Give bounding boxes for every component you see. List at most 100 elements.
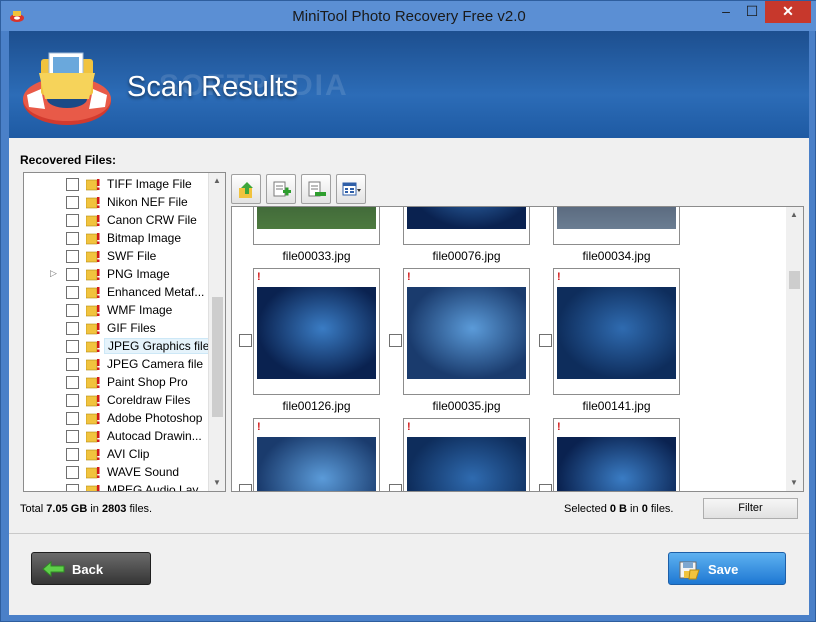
view-mode-button[interactable] [336,174,366,204]
tree-item-checkbox[interactable] [66,376,79,389]
thumbnail-frame[interactable]: ! [403,268,530,395]
tree-item-checkbox[interactable] [66,484,79,491]
thumbnail-filename: file00035.jpg [432,399,501,413]
tree-item-checkbox[interactable] [66,268,79,281]
tree-item-checkbox[interactable] [66,214,79,227]
folder-warning-icon [86,449,100,461]
warning-flag-icon: ! [557,271,561,283]
tree-item-checkbox[interactable] [66,196,79,209]
tree-item[interactable]: JPEG Camera file [24,355,210,373]
folder-warning-icon [86,359,100,371]
tree-item-checkbox[interactable] [66,448,79,461]
save-button[interactable]: Save [668,552,786,585]
recover-up-icon [239,182,253,198]
back-button[interactable]: Back [31,552,151,585]
tree-item-checkbox[interactable] [66,430,79,443]
thumbnail-frame[interactable]: ! [253,268,380,395]
thumbnail-image [407,207,526,229]
warning-flag-icon: ! [407,271,411,283]
scroll-up-arrow-icon[interactable]: ▲ [786,207,802,223]
tree-item[interactable]: MPEG Audio Lay... [24,481,210,491]
thumbnail-frame[interactable] [553,207,680,245]
thumbnail-image [257,287,376,379]
tree-item[interactable]: Canon CRW File [24,211,210,229]
tree-item[interactable]: AVI Clip [24,445,210,463]
tree-item-checkbox[interactable] [66,466,79,479]
scroll-up-arrow-icon[interactable]: ▲ [209,173,225,189]
tree-item[interactable]: Nikon NEF File [24,193,210,211]
close-button[interactable]: ✕ [765,1,811,23]
file-type-tree[interactable]: TIFF Image File Nikon NEF File Canon CRW F… [23,172,226,492]
scroll-down-arrow-icon[interactable]: ▼ [786,475,802,491]
tree-item-checkbox[interactable] [66,304,79,317]
tree-item-checkbox[interactable] [66,412,79,425]
title-bar[interactable]: MiniTool Photo Recovery Free v2.0 – ☐ ✕ [1,1,816,31]
scroll-thumb[interactable] [212,297,223,417]
tree-item[interactable]: Autocad Drawin... [24,427,210,445]
tree-item-checkbox[interactable] [66,358,79,371]
folder-warning-icon [86,467,100,479]
tree-item[interactable]: WMF Image [24,301,210,319]
thumbnail-frame[interactable]: ! [253,418,380,491]
thumbnail-frame[interactable]: ! [403,418,530,491]
select-all-button[interactable] [266,174,296,204]
thumbnail-grid[interactable]: file00033.jpg file00076.jpg file00034.jpg!… [231,206,804,492]
tree-item[interactable]: TIFF Image File [24,175,210,193]
total-status: Total 7.05 GB in 2803 files. [20,503,153,515]
thumbnail-image [557,287,676,379]
tree-scrollbar[interactable]: ▲ ▼ [208,173,225,491]
expand-arrow-icon[interactable]: ▷ [50,268,60,280]
tree-item[interactable]: WAVE Sound [24,463,210,481]
tree-item-label: Adobe Photoshop [107,411,203,425]
folder-warning-icon [86,431,100,443]
tree-item[interactable]: Paint Shop Pro [24,373,210,391]
minimize-button[interactable]: – [713,1,739,23]
thumbnail-filename: file00076.jpg [432,249,501,263]
recovery-logo-icon [23,52,111,125]
thumbnail-checkbox[interactable] [539,484,552,491]
thumbnail-checkbox[interactable] [239,334,252,347]
grid-scrollbar[interactable]: ▲ ▼ [786,207,803,491]
tree-item-label: AVI Clip [107,447,150,461]
folder-warning-icon [86,197,100,209]
tree-item-checkbox[interactable] [66,394,79,407]
selected-status: Selected 0 B in 0 files. [564,503,674,515]
folder-warning-icon [86,485,100,491]
tree-item-checkbox[interactable] [66,322,79,335]
tree-item-checkbox[interactable] [66,286,79,299]
thumbnail-checkbox[interactable] [389,484,402,491]
tree-item-label: WAVE Sound [107,465,180,479]
scroll-thumb[interactable] [789,271,800,289]
recover-up-button[interactable] [231,174,261,204]
tree-item[interactable]: Bitmap Image [24,229,210,247]
tree-item[interactable]: Adobe Photoshop [24,409,210,427]
thumbnail-image [257,437,376,491]
tree-item-label: Paint Shop Pro [107,375,188,389]
deselect-all-button[interactable] [301,174,331,204]
tree-item[interactable]: Coreldraw Files [24,391,210,409]
window-title: MiniTool Photo Recovery Free v2.0 [292,8,526,25]
tree-item-checkbox[interactable] [66,250,79,263]
scroll-down-arrow-icon[interactable]: ▼ [209,475,225,491]
tree-item-checkbox[interactable] [66,178,79,191]
tree-item[interactable]: JPEG Graphics file [24,337,214,355]
folder-warning-icon [86,323,100,335]
tree-item[interactable]: ▷ PNG Image [24,265,210,283]
tree-item[interactable]: Enhanced Metaf... [24,283,210,301]
filter-button[interactable]: Filter [703,498,798,519]
thumbnail-frame[interactable]: ! [553,268,680,395]
thumbnail-checkbox[interactable] [539,334,552,347]
thumbnail-checkbox[interactable] [239,484,252,491]
tree-item[interactable]: SWF File [24,247,210,265]
thumbnail-checkbox[interactable] [389,334,402,347]
tree-item-checkbox[interactable] [66,232,79,245]
back-button-label: Back [72,562,104,577]
thumbnail-frame[interactable]: ! [553,418,680,491]
view-mode-icon [342,182,361,196]
maximize-button[interactable]: ☐ [739,1,765,23]
thumbnail-frame[interactable] [403,207,530,245]
thumbnail-frame[interactable] [253,207,380,245]
tree-item[interactable]: GIF Files [24,319,210,337]
tree-item-label: SWF File [107,249,157,263]
tree-item-checkbox[interactable] [66,340,79,353]
